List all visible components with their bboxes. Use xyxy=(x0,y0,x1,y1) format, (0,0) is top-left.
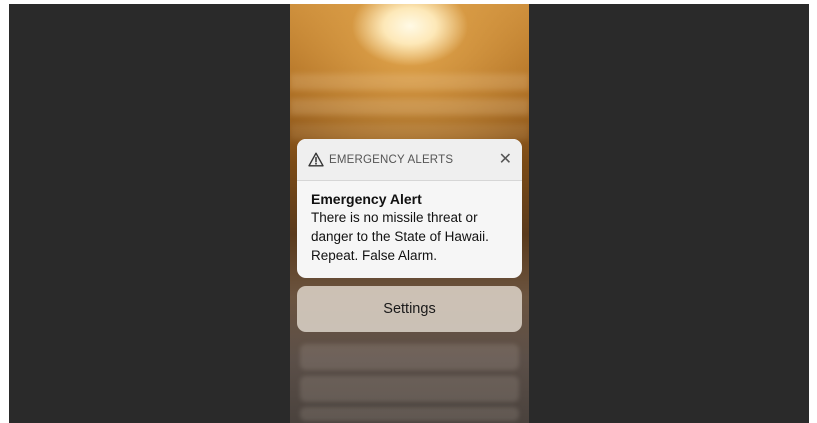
background-haze xyxy=(290,124,529,140)
notification-body: Emergency Alert There is no missile thre… xyxy=(297,181,522,265)
warning-triangle-icon xyxy=(308,152,324,167)
emergency-alert-notification[interactable]: EMERGENCY ALERTS ✕ Emergency Alert There… xyxy=(297,139,522,278)
settings-button[interactable]: Settings xyxy=(297,286,522,332)
notification-message: There is no missile threat or danger to … xyxy=(311,210,489,263)
phone-lock-screen: EMERGENCY ALERTS ✕ Emergency Alert There… xyxy=(290,4,529,423)
background-haze xyxy=(290,99,529,115)
blurred-background-row xyxy=(300,376,519,402)
blurred-background-row xyxy=(300,344,519,370)
blurred-background-row xyxy=(300,407,519,421)
close-icon[interactable]: ✕ xyxy=(499,151,512,168)
background-haze xyxy=(290,74,529,90)
notification-title: Emergency Alert xyxy=(311,191,422,207)
notification-header: EMERGENCY ALERTS ✕ xyxy=(297,139,522,181)
notification-app-name: EMERGENCY ALERTS xyxy=(329,153,454,166)
